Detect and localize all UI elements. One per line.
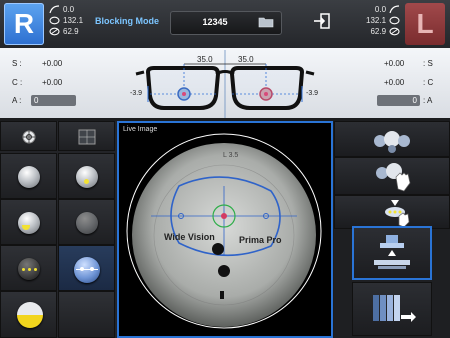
left-c-value: +0.00 — [384, 78, 405, 87]
left-offset-label: -3.9 — [306, 90, 319, 97]
circumference-icon — [389, 16, 400, 25]
glasses-diagram — [135, 50, 315, 118]
flat-top-icon — [18, 212, 40, 234]
right-axis-input[interactable]: 0 — [31, 95, 76, 106]
bifocal-dot-icon — [76, 166, 98, 188]
manual-adjust-button[interactable] — [334, 157, 450, 195]
right-stats: 0.0 132.1 62.9 — [49, 4, 83, 37]
left-s-label: : S — [423, 59, 433, 68]
curve-icon — [389, 5, 400, 14]
left-s-value: +0.00 — [384, 59, 405, 68]
right-diameter-value: 62.9 — [63, 27, 79, 36]
single-vision-icon — [18, 166, 40, 188]
left-curve-value: 0.0 — [374, 5, 387, 14]
right-c-label: C : — [12, 78, 23, 87]
half-lens-button[interactable] — [0, 291, 57, 338]
diameter-icon — [389, 27, 400, 36]
arrow-icon — [373, 295, 416, 322]
left-axis-input[interactable]: 0 — [377, 95, 420, 106]
live-image-view — [126, 133, 322, 329]
engraving-text: L 3.5 — [223, 152, 239, 159]
progressive-icon — [18, 258, 40, 280]
block-button[interactable] — [352, 226, 432, 280]
progressive-button[interactable] — [0, 245, 57, 291]
grid-mode-button[interactable] — [58, 121, 115, 151]
right-c-value: +0.00 — [42, 78, 63, 87]
diameter-icon — [49, 27, 60, 36]
lens-text-left: Wide Vision — [164, 232, 215, 242]
circumference-icon — [49, 16, 60, 25]
right-s-value: +0.00 — [42, 59, 63, 68]
next-job-button[interactable] — [352, 282, 432, 336]
folder-icon[interactable] — [258, 16, 274, 28]
custom-layout-button[interactable] — [58, 245, 115, 291]
block-icon — [374, 235, 410, 269]
point-hand-icon — [385, 200, 410, 228]
grid-icon — [78, 129, 96, 145]
center-mark — [218, 265, 230, 277]
flat-top-button[interactable] — [0, 199, 57, 245]
right-offset-label: -3.9 — [130, 90, 143, 97]
single-vision-button[interactable] — [0, 153, 57, 199]
right-eye-button[interactable]: R — [4, 3, 44, 45]
left-circumference-value: 132.1 — [366, 16, 387, 25]
confirm-point-button[interactable] — [334, 195, 450, 229]
hand-icon — [376, 163, 411, 192]
round-seg-icon — [76, 212, 98, 234]
empty-tool-slot — [58, 291, 115, 338]
auto-layout-button[interactable] — [334, 121, 450, 157]
exit-icon[interactable] — [312, 11, 332, 31]
engrave-mark — [212, 243, 224, 255]
target-mode-button[interactable] — [0, 121, 57, 151]
bifocal-dot-button[interactable] — [58, 153, 115, 199]
curve-icon — [49, 5, 60, 14]
right-s-label: S : — [12, 59, 22, 68]
cluster-icon — [374, 131, 410, 153]
round-seg-button[interactable] — [58, 199, 115, 245]
right-pd-label: 35.0 — [197, 55, 213, 64]
right-a-label: A : — [12, 96, 22, 105]
lens-text-right: Prima Pro — [239, 235, 282, 245]
left-pd-label: 35.0 — [238, 55, 254, 64]
right-curve-value: 0.0 — [63, 5, 75, 14]
half-lens-icon — [17, 302, 43, 328]
mode-label: Blocking Mode — [95, 16, 160, 26]
target-icon — [22, 130, 36, 144]
right-circumference-value: 132.1 — [63, 16, 84, 25]
job-number-text: 12345 — [202, 17, 228, 27]
left-eye-button[interactable]: L — [405, 3, 445, 45]
left-stats: 0.0 132.1 62.9 — [366, 4, 400, 37]
custom-layout-icon — [74, 257, 100, 283]
left-a-label: : A — [423, 96, 433, 105]
left-c-label: : C — [423, 78, 434, 87]
left-diameter-value: 62.9 — [370, 27, 387, 36]
